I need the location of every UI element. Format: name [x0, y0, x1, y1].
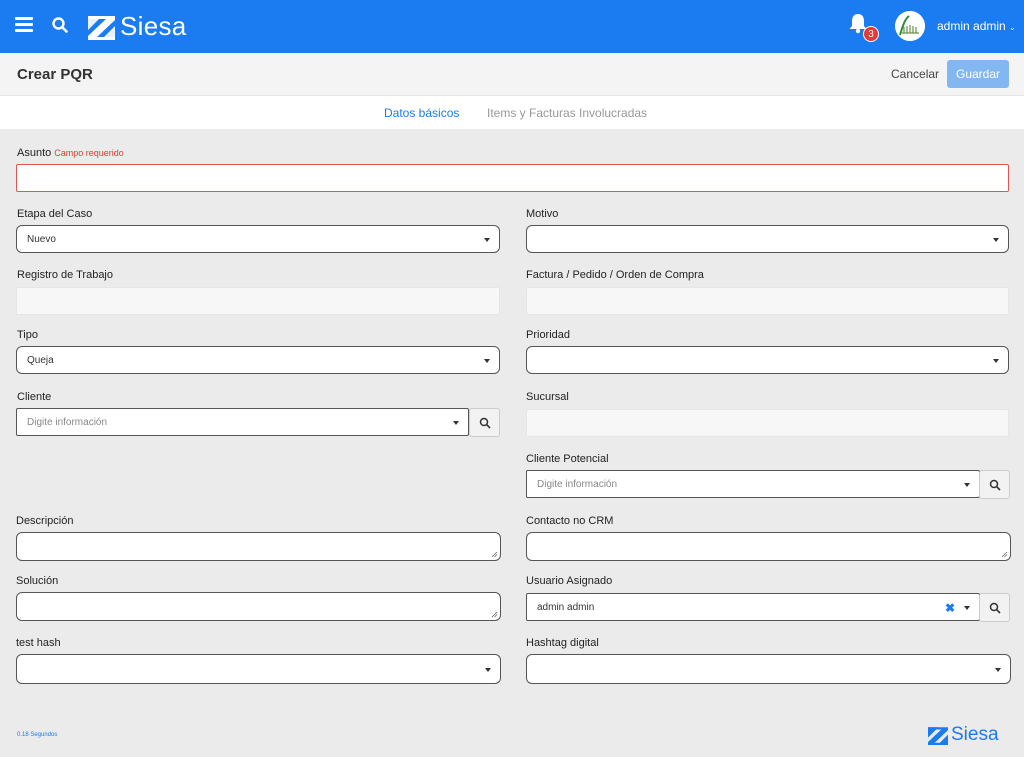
- caret-down-icon: [964, 606, 970, 610]
- required-message: Campo requerido: [54, 148, 124, 158]
- tipo-label: Tipo: [17, 329, 38, 341]
- test-hash-label: test hash: [16, 637, 61, 649]
- brand-name: Siesa: [120, 10, 187, 41]
- menu-icon[interactable]: [15, 17, 33, 35]
- hashtag-select[interactable]: [526, 654, 1011, 684]
- notification-badge: 3: [863, 26, 879, 42]
- asunto-label: Asunto Campo requerido: [17, 147, 124, 159]
- sucursal-label: Sucursal: [526, 391, 569, 403]
- etapa-label: Etapa del Caso: [17, 208, 93, 220]
- load-time-text: 0.18 Segundos: [17, 732, 58, 738]
- resize-grip-icon[interactable]: [491, 611, 498, 618]
- cliente-search-button[interactable]: [469, 408, 500, 437]
- caret-down-icon: [484, 238, 490, 242]
- cliente-potencial-placeholder: Digite información: [537, 479, 618, 490]
- cancel-button[interactable]: Cancelar: [886, 60, 944, 88]
- solucion-textarea[interactable]: [16, 592, 501, 621]
- siesa-logo-icon: [928, 727, 948, 745]
- search-icon: [989, 602, 1001, 614]
- solucion-label: Solución: [16, 575, 59, 587]
- descripcion-textarea[interactable]: [16, 532, 501, 561]
- footer-brand: Siesa: [951, 724, 999, 745]
- hashtag-label: Hashtag digital: [526, 637, 599, 649]
- caret-down-icon: [964, 483, 970, 487]
- prioridad-label: Prioridad: [526, 329, 571, 341]
- registro-label: Registro de Trabajo: [17, 269, 113, 281]
- usuario-value: admin admin: [537, 602, 595, 613]
- page-title: Crear PQR: [17, 66, 93, 83]
- asunto-label-text: Asunto: [17, 147, 52, 159]
- cliente-placeholder: Digite información: [27, 417, 108, 428]
- user-name: admin admin: [937, 19, 1006, 33]
- user-menu[interactable]: admin admin ⌄: [937, 19, 1016, 33]
- usuario-search-button[interactable]: [979, 593, 1010, 622]
- descripcion-label: Descripción: [16, 515, 74, 527]
- tipo-select[interactable]: Queja: [16, 346, 500, 374]
- tab-datos-basicos[interactable]: Datos básicos: [384, 106, 459, 120]
- factura-label: Factura / Pedido / Orden de Compra: [526, 269, 704, 281]
- test-hash-select[interactable]: [16, 654, 501, 684]
- caret-down-icon: [995, 668, 1001, 672]
- contacto-textarea[interactable]: [526, 532, 1011, 561]
- asunto-input[interactable]: [16, 164, 1009, 192]
- clear-icon[interactable]: ✖: [945, 601, 955, 615]
- sucursal-field: [526, 409, 1009, 437]
- caret-down-icon: [485, 668, 491, 672]
- save-button[interactable]: Guardar: [947, 60, 1009, 88]
- motivo-select[interactable]: [526, 225, 1009, 253]
- search-icon: [479, 417, 491, 429]
- search-icon: [989, 479, 1001, 491]
- resize-grip-icon[interactable]: [1001, 551, 1008, 558]
- siesa-logo-icon: [88, 15, 115, 40]
- cliente-input[interactable]: Digite información: [16, 408, 469, 436]
- etapa-value: Nuevo: [27, 234, 56, 245]
- usuario-asignado-input[interactable]: admin admin ✖: [526, 593, 980, 621]
- cliente-potencial-input[interactable]: Digite información: [526, 470, 980, 498]
- footer-logo: Siesa: [928, 724, 999, 746]
- caret-down-icon: [993, 359, 999, 363]
- tipo-value: Queja: [27, 355, 54, 366]
- top-navbar: Siesa 3 admin admin ⌄: [0, 0, 1024, 53]
- caret-down-icon: [453, 421, 459, 425]
- prioridad-select[interactable]: [526, 346, 1009, 374]
- factura-field: [526, 287, 1009, 315]
- tab-items-facturas[interactable]: Items y Facturas Involucradas: [487, 106, 647, 120]
- search-icon[interactable]: [51, 16, 71, 36]
- contacto-label: Contacto no CRM: [526, 515, 614, 527]
- cliente-label: Cliente: [17, 391, 52, 403]
- registro-trabajo-field: [16, 287, 500, 315]
- avatar[interactable]: [895, 11, 925, 41]
- cliente-potencial-label: Cliente Potencial: [526, 453, 609, 465]
- usuario-label: Usuario Asignado: [526, 575, 613, 587]
- cliente-potencial-search-button[interactable]: [979, 470, 1010, 499]
- page-header: Crear PQR Cancelar Guardar: [0, 53, 1024, 96]
- caret-down-icon: [993, 238, 999, 242]
- tab-bar: Datos básicos Items y Facturas Involucra…: [0, 96, 1024, 129]
- motivo-label: Motivo: [526, 208, 559, 220]
- siesa-logo[interactable]: Siesa: [88, 10, 187, 42]
- chevron-down-icon: ⌄: [1009, 23, 1016, 32]
- caret-down-icon: [484, 359, 490, 363]
- etapa-select[interactable]: Nuevo: [16, 225, 500, 253]
- resize-grip-icon[interactable]: [491, 551, 498, 558]
